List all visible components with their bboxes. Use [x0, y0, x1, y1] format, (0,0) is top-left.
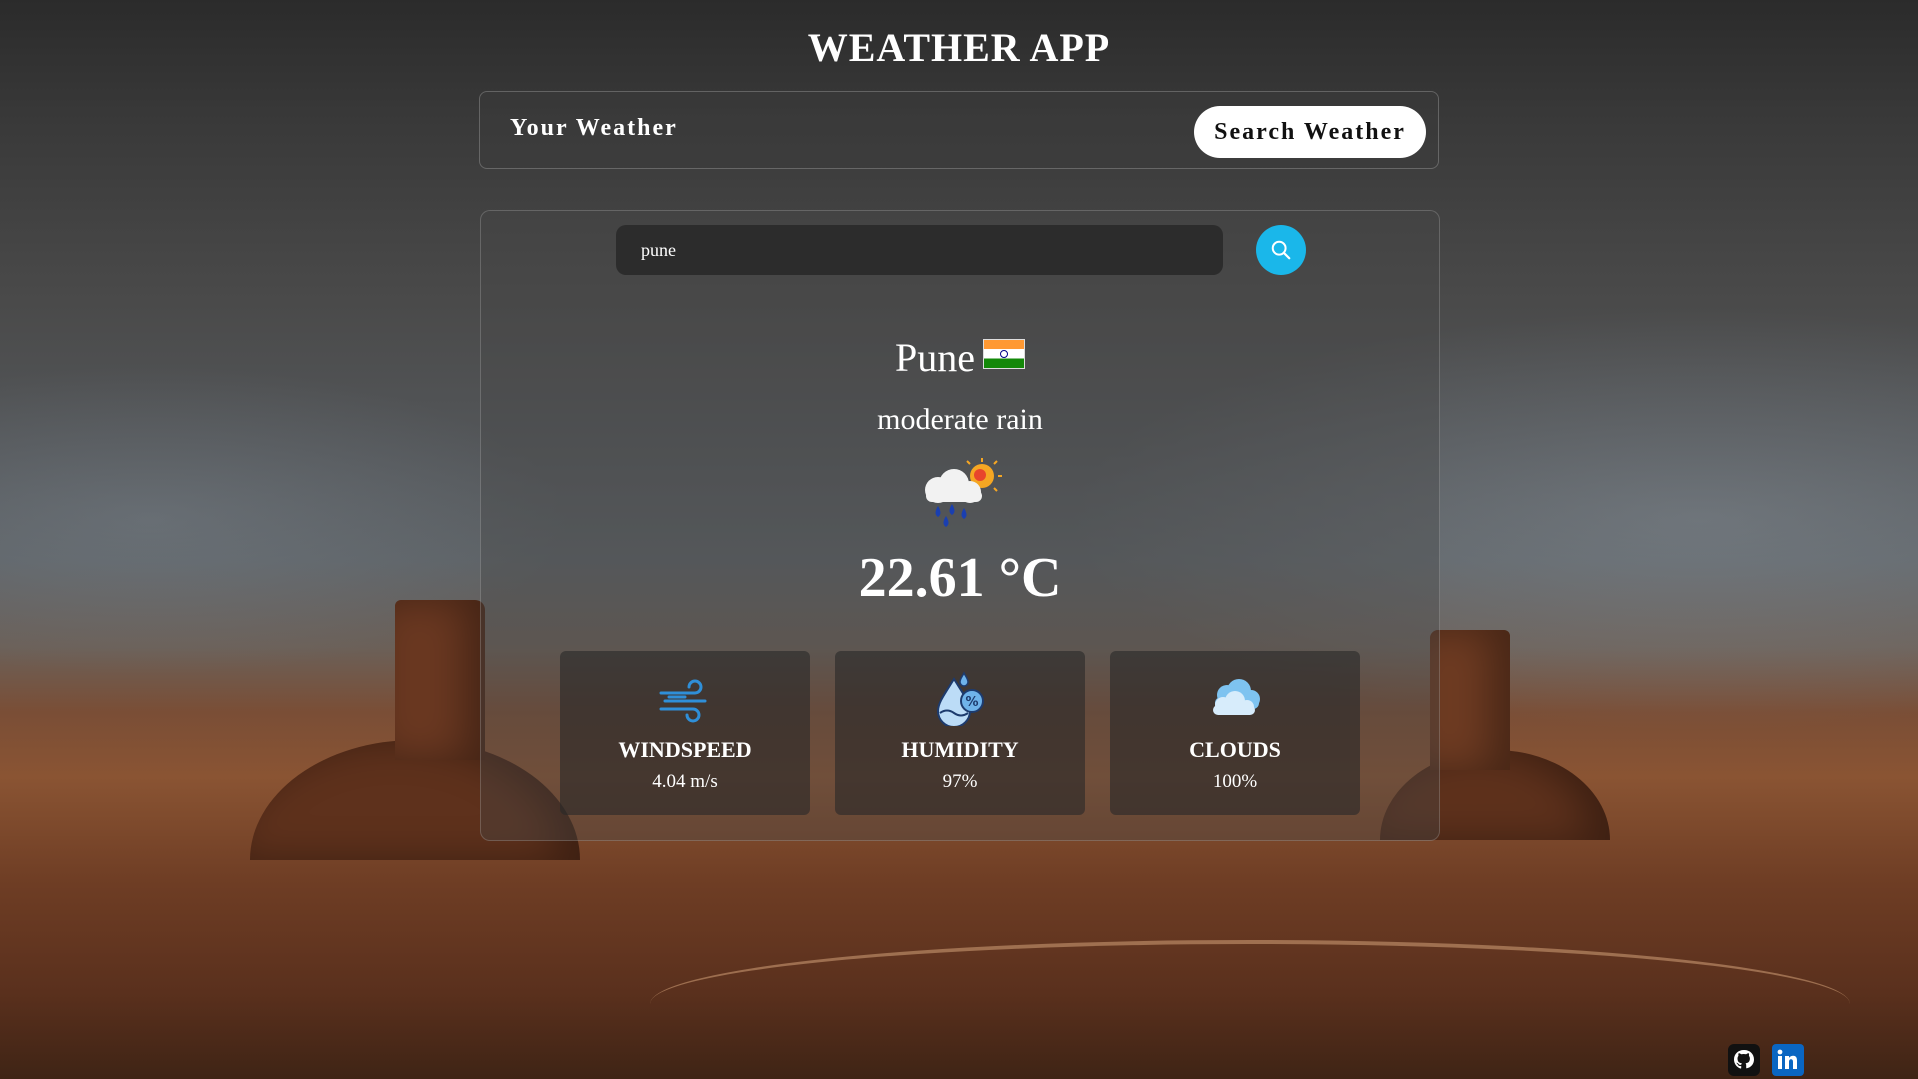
- tab-bar: Your Weather Search Weather: [479, 91, 1439, 169]
- humidity-label: HUMIDITY: [901, 737, 1019, 762]
- windspeed-card: WINDSPEED 4.04 m/s: [560, 651, 810, 815]
- search-input[interactable]: [616, 225, 1223, 275]
- windspeed-label: WINDSPEED: [618, 737, 752, 762]
- rain-sun-cloud-icon: [925, 458, 1002, 527]
- humidity-card: % HUMIDITY 97%: [835, 651, 1085, 815]
- app-title: WEATHER APP: [807, 25, 1111, 70]
- mesa-right: [1430, 630, 1510, 770]
- india-flag-icon: [983, 339, 1025, 369]
- city-name: Pune: [895, 335, 975, 380]
- humidity-drop-icon: %: [936, 671, 984, 726]
- humidity-value: 97%: [942, 771, 978, 792]
- weather-description: moderate rain: [877, 403, 1043, 436]
- desert-road: [650, 940, 1850, 1004]
- weather-card: Pune moderate rain 22.61 °C: [480, 210, 1440, 841]
- clouds-value: 100%: [1212, 771, 1258, 792]
- mesa-left: [395, 600, 485, 760]
- search-button[interactable]: [1256, 225, 1306, 275]
- clouds-icon: [1213, 679, 1260, 715]
- linkedin-icon[interactable]: [1772, 1044, 1804, 1076]
- windspeed-value: 4.04 m/s: [652, 771, 718, 792]
- tab-your-weather[interactable]: Your Weather: [510, 115, 678, 142]
- github-icon[interactable]: [1728, 1044, 1760, 1076]
- city-name-row: Pune: [481, 334, 1439, 381]
- search-icon: [1271, 240, 1291, 260]
- temperature: 22.61 °C: [858, 547, 1062, 609]
- clouds-card: CLOUDS 100%: [1110, 651, 1360, 815]
- clouds-label: CLOUDS: [1189, 737, 1281, 762]
- wind-icon: [659, 679, 707, 723]
- tab-search-weather[interactable]: Search Weather: [1194, 106, 1426, 158]
- svg-text:%: %: [965, 695, 978, 710]
